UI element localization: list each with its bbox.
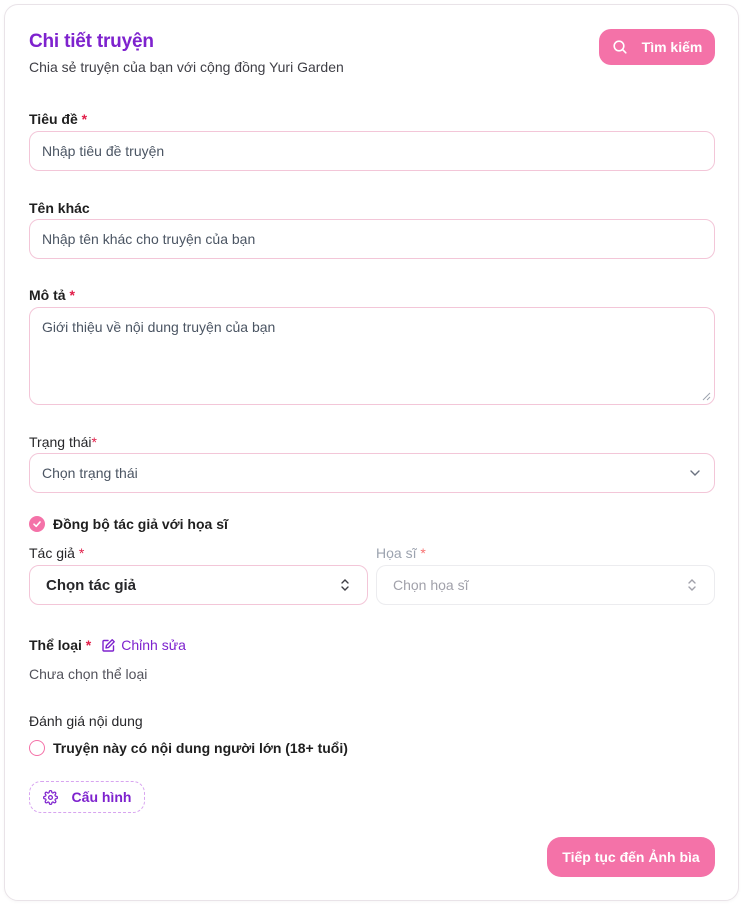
- author-combobox-value: Chọn tác giả: [46, 576, 137, 594]
- description-textarea[interactable]: Giới thiệu về nội dung truyện của bạn: [29, 307, 715, 405]
- alt-name-input[interactable]: Nhập tên khác cho truyện của bạn: [29, 219, 715, 259]
- title-input[interactable]: Nhập tiêu đề truyện: [29, 131, 715, 171]
- artist-combobox-value: Chọn họa sĩ: [393, 577, 469, 593]
- status-select[interactable]: Chọn trạng thái: [29, 453, 715, 493]
- content-rating-label: Đánh giá nội dung: [29, 713, 143, 729]
- edit-icon: [102, 638, 116, 652]
- status-select-value: Chọn trạng thái: [42, 465, 138, 481]
- adult-content-checkbox[interactable]: Truyện này có nội dung người lớn (18+ tu…: [29, 740, 348, 756]
- config-button-label: Cấu hình: [71, 789, 132, 805]
- artist-label-text: Họa sĩ: [376, 545, 417, 561]
- genre-header: Thể loại * Chỉnh sửa: [29, 637, 186, 653]
- required-marker: *: [420, 545, 426, 561]
- edit-genre-label: Chỉnh sửa: [121, 637, 186, 653]
- title-label: Tiêu đề *: [29, 111, 87, 127]
- checkbox-checked-icon: [29, 516, 45, 532]
- genre-label: Thể loại *: [29, 637, 91, 653]
- chevron-down-icon: [690, 470, 700, 476]
- checkbox-unchecked-icon: [29, 740, 45, 756]
- story-details-card: Chi tiết truyện Chia sẻ truyện của bạn v…: [4, 4, 739, 901]
- page-title: Chi tiết truyện: [29, 31, 154, 52]
- description-label: Mô tả *: [29, 287, 75, 303]
- genre-empty-text: Chưa chọn thể loại: [29, 666, 148, 682]
- resize-handle-icon[interactable]: [702, 392, 711, 401]
- config-button[interactable]: Cấu hình: [29, 781, 145, 813]
- required-marker: *: [81, 111, 88, 127]
- genre-label-text: Thể loại: [29, 637, 82, 653]
- next-step-label: Tiếp tục đến Ảnh bìa: [562, 849, 700, 865]
- required-marker: *: [78, 545, 85, 561]
- adult-content-label: Truyện này có nội dung người lớn (18+ tu…: [53, 740, 348, 756]
- sync-author-artist-checkbox[interactable]: Đồng bộ tác giả với họa sĩ: [29, 516, 228, 532]
- alt-name-label: Tên khác: [29, 200, 90, 216]
- status-label-text: Trạng thái: [29, 434, 92, 450]
- author-label-text: Tác giả: [29, 545, 75, 561]
- required-marker: *: [69, 287, 75, 303]
- title-label-text: Tiêu đề: [29, 111, 78, 127]
- artist-label: Họa sĩ *: [376, 545, 426, 561]
- search-icon: [613, 40, 627, 54]
- required-marker: *: [85, 637, 92, 653]
- alt-name-input-placeholder: Nhập tên khác cho truyện của bạn: [42, 231, 256, 247]
- required-marker: *: [91, 434, 97, 450]
- chevron-up-down-icon: [341, 579, 349, 591]
- title-input-placeholder: Nhập tiêu đề truyện: [42, 143, 165, 159]
- author-combobox[interactable]: Chọn tác giả: [29, 565, 368, 605]
- search-button[interactable]: Tìm kiếm: [599, 29, 715, 65]
- artist-combobox: Chọn họa sĩ: [376, 565, 715, 605]
- description-placeholder: Giới thiệu về nội dung truyện của bạn: [42, 319, 276, 335]
- edit-genre-link[interactable]: Chỉnh sửa: [101, 637, 186, 653]
- search-button-label: Tìm kiếm: [641, 39, 703, 55]
- next-step-button[interactable]: Tiếp tục đến Ảnh bìa: [547, 837, 715, 877]
- sync-checkbox-label: Đồng bộ tác giả với họa sĩ: [53, 516, 228, 532]
- chevron-up-down-icon: [688, 579, 696, 591]
- status-label: Trạng thái*: [29, 434, 97, 450]
- page-subtitle: Chia sẻ truyện của bạn với cộng đồng Yur…: [29, 59, 344, 75]
- author-label: Tác giả *: [29, 545, 84, 561]
- gear-icon: [42, 789, 58, 805]
- description-label-text: Mô tả: [29, 287, 66, 303]
